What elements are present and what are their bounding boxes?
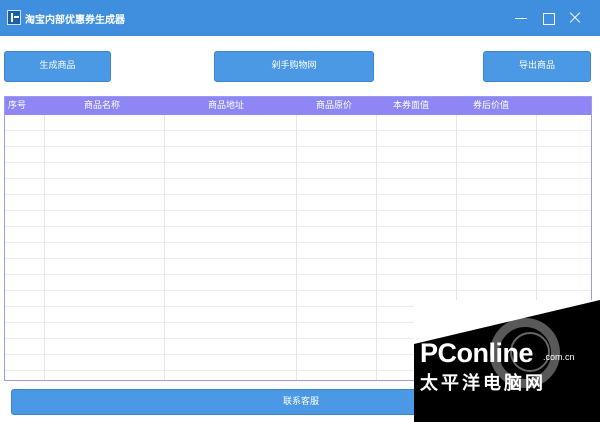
table-header: 序号 商品名称 商品地址 商品原价 本券面值 券后价值 [5,97,591,115]
column-header-index[interactable]: 序号 [8,97,26,115]
generate-products-button[interactable]: 生成商品 [4,51,111,82]
column-header-final-price[interactable]: 券后价值 [473,97,509,115]
watermark-domain: .com.cn [543,352,575,362]
watermark-logo: PConline [420,338,534,368]
minimize-icon[interactable] [512,9,530,27]
app-logo-icon [7,10,21,25]
title-bar: 淘宝内部优惠券生成器 [0,0,600,36]
watermark-subtitle: 太平洋电脑网 [420,373,546,394]
column-header-name[interactable]: 商品名称 [84,97,120,115]
column-header-coupon-value[interactable]: 本券面值 [393,97,429,115]
column-header-original-price[interactable]: 商品原价 [316,97,352,115]
column-divider [164,115,165,380]
column-header-address[interactable]: 商品地址 [208,97,244,115]
maximize-icon[interactable] [539,9,557,27]
export-products-button[interactable]: 导出商品 [483,51,591,82]
window-title: 淘宝内部优惠券生成器 [25,15,125,26]
close-icon[interactable] [566,9,584,27]
pconline-watermark: PConline .com.cn 太平洋电脑网 [414,300,600,422]
snap-shopping-link-button[interactable]: 剁手购物网 [214,51,374,82]
column-divider [44,115,45,380]
column-divider [296,115,297,380]
column-divider [376,115,377,380]
